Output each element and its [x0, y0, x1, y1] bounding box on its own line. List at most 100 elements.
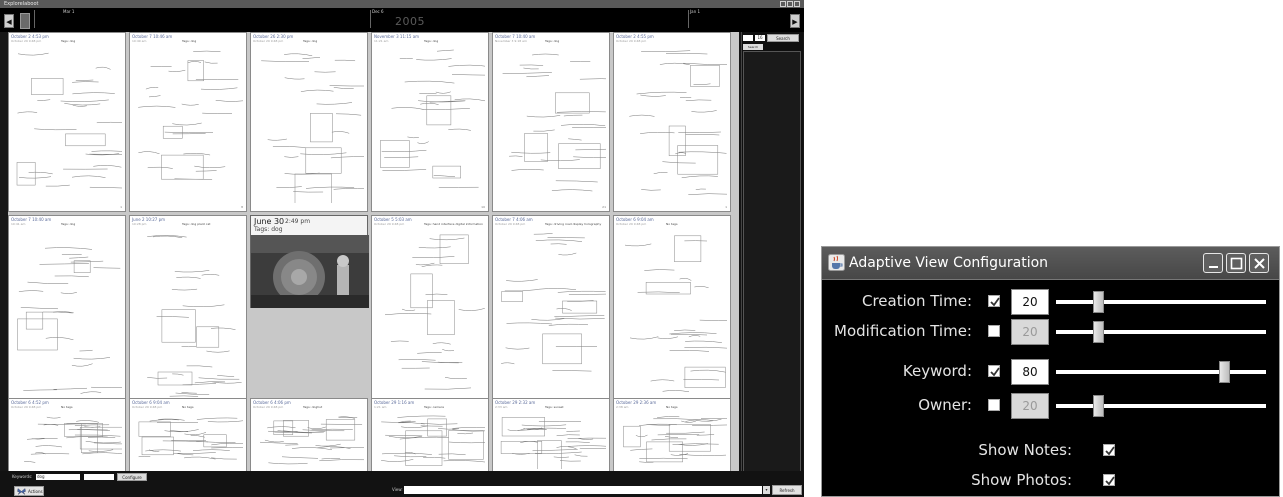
sketch-drawing	[261, 53, 364, 203]
dialog-title: Adaptive View Configuration	[849, 255, 1049, 271]
slider-track[interactable]	[1056, 300, 1266, 304]
weight-slider[interactable]	[1056, 359, 1266, 385]
note-modified: October 29 9:48 pm	[253, 39, 284, 43]
maximize-icon[interactable]	[787, 1, 793, 7]
note-page-number: 1	[120, 205, 122, 209]
note-card[interactable]: October 7 10:40 am November 3 9:18 am Tags…	[492, 32, 610, 212]
java-cup-icon	[828, 254, 845, 271]
weight-value-field[interactable]: 20	[1011, 393, 1049, 419]
view-select[interactable]	[404, 486, 762, 494]
slider-thumb[interactable]	[1093, 395, 1104, 417]
note-card[interactable]: October 7 4:06 am October 29 9:48 pm Tags:…	[492, 215, 610, 427]
note-card[interactable]: November 3 11:15 am 11:21 am Tags: dog 10	[371, 32, 489, 212]
sketch-drawing	[501, 233, 606, 402]
note-card[interactable]: October 6 9:04 am October 29 9:48 pm No ta…	[613, 215, 731, 427]
weight-value-field[interactable]: 80	[1011, 359, 1049, 385]
note-card[interactable]: October 7 10:46 am 10:49 am Tags: dog 8	[129, 32, 247, 212]
show-photos-label: Show Photos:	[971, 471, 1072, 489]
note-modified: 2:38 am	[616, 405, 629, 409]
note-tags: No tags	[182, 405, 194, 409]
slider-thumb[interactable]	[1093, 321, 1104, 343]
weight-checkbox[interactable]	[988, 325, 1000, 337]
timeline-position-marker[interactable]	[20, 13, 30, 29]
note-modified: October 29 9:48 pm	[253, 405, 284, 409]
slider-track[interactable]	[1056, 330, 1266, 334]
search-button[interactable]: Search	[767, 34, 799, 42]
notes-grid: October 2 4:53 pm October 29 9:48 pm Tags:…	[8, 32, 739, 471]
weight-checkbox[interactable]	[988, 399, 1000, 411]
sketch-drawing	[138, 50, 243, 180]
note-card[interactable]: October 26 2:30 pm October 29 9:48 pm Tags…	[250, 32, 368, 212]
note-page-number: 1	[725, 205, 727, 209]
slider-thumb[interactable]	[1093, 291, 1104, 313]
photo-tags: Tags: dog	[254, 226, 283, 233]
actions-button[interactable]: Actions	[14, 486, 44, 496]
sketch-drawing	[138, 417, 243, 460]
search-results-list[interactable]	[743, 51, 801, 485]
slider-track[interactable]	[1056, 404, 1266, 408]
search-panel: 16 Search Search Results	[741, 32, 803, 488]
sketch-drawing	[500, 417, 606, 469]
note-page-number: 10	[481, 205, 485, 209]
show-notes-checkbox[interactable]	[1103, 444, 1115, 456]
window-controls	[780, 1, 800, 7]
minimize-icon[interactable]	[780, 1, 786, 7]
weight-label: Modification Time:	[834, 322, 972, 340]
keywords-input[interactable]: dog	[36, 474, 80, 480]
result-count-field[interactable]: 16	[755, 35, 765, 41]
note-modified: October 29 9:48 pm	[132, 405, 163, 409]
note-card[interactable]: June 2 10:27 pm 10:28 pm Tags: dog plant c…	[129, 215, 247, 427]
check-icon	[1105, 446, 1115, 456]
timeline-label-2: Dec 6	[372, 9, 384, 14]
note-card[interactable]: October 29 1:16 am 1:21 am Tags: camera	[371, 398, 489, 471]
keywords-secondary-input[interactable]	[84, 474, 114, 480]
chevron-left-icon[interactable]: ◀	[4, 14, 14, 28]
note-modified: November 3 9:18 am	[495, 39, 527, 43]
weight-slider[interactable]	[1056, 319, 1266, 345]
note-card[interactable]: October 7 10:40 am10:41 amTags: dog4	[8, 215, 126, 427]
note-card[interactable]: October 6 4:52 pm October 29 9:48 pm No ta…	[8, 398, 126, 471]
timeline-label-3: Jan 1	[690, 9, 700, 14]
show-photos-checkbox[interactable]	[1103, 474, 1115, 486]
note-card[interactable]: October 5 5:03 am October 29 9:48 pm Tags:…	[371, 215, 489, 427]
weight-label: Creation Time:	[862, 292, 972, 310]
note-card[interactable]: October 29 2:36 am 2:38 am No tags	[613, 398, 731, 471]
close-icon[interactable]	[794, 1, 800, 7]
note-card[interactable]: October 29 2:32 am 2:33 am Tags: sunset	[492, 398, 610, 471]
configure-button[interactable]: Configure	[117, 473, 147, 481]
note-modified: 10:49 am	[132, 39, 147, 43]
weight-value-field[interactable]: 20	[1011, 289, 1049, 315]
sketch-drawing	[147, 235, 242, 397]
refresh-button[interactable]: Refresh	[772, 485, 802, 495]
chevron-down-icon[interactable]: ▾	[763, 486, 770, 494]
photo-time: 2:49 pm	[285, 218, 311, 225]
slider-thumb[interactable]	[1219, 361, 1230, 383]
weight-slider[interactable]	[1056, 289, 1266, 315]
photo-card[interactable]: June 30 2:49 pm Tags: dog	[250, 215, 369, 308]
note-card[interactable]: October 2 4:55 pm October 29 9:48 pm 1	[613, 32, 731, 212]
slider-track[interactable]	[1056, 370, 1266, 374]
note-card[interactable]: October 6 9:04 am October 29 9:48 pm No ta…	[129, 398, 247, 471]
weight-checkbox[interactable]	[988, 365, 1000, 377]
close-icon[interactable]	[1249, 253, 1269, 273]
note-card[interactable]: October 2 4:53 pm October 29 9:48 pm Tags:…	[8, 32, 126, 212]
chevron-right-icon[interactable]: ▶	[790, 14, 800, 28]
timeline-bar[interactable]: ◀ Mar 1 Dec 6 2005 Jan 1 ▶	[0, 8, 804, 32]
butterfly-icon	[17, 488, 26, 495]
dialog-titlebar[interactable]: Adaptive View Configuration	[822, 247, 1279, 280]
sketch-drawing	[623, 416, 727, 463]
sketch-drawing	[17, 247, 122, 402]
minimize-icon[interactable]	[1203, 253, 1223, 273]
weight-slider[interactable]	[1056, 393, 1266, 419]
note-card[interactable]: October 6 4:06 pm October 29 9:48 pm Tags:…	[250, 398, 368, 471]
check-icon	[990, 297, 1000, 307]
tab-search-results[interactable]: Search Results	[743, 44, 763, 55]
weight-value-field[interactable]: 20	[1011, 319, 1049, 345]
weight-checkbox[interactable]	[988, 295, 1000, 307]
timeline-tick	[688, 10, 689, 28]
note-tags: No tags	[666, 405, 678, 409]
search-field[interactable]	[743, 35, 753, 41]
maximize-icon[interactable]	[1226, 253, 1246, 273]
sketch-drawing	[24, 416, 122, 463]
note-tags: Tags: dog	[545, 39, 560, 43]
